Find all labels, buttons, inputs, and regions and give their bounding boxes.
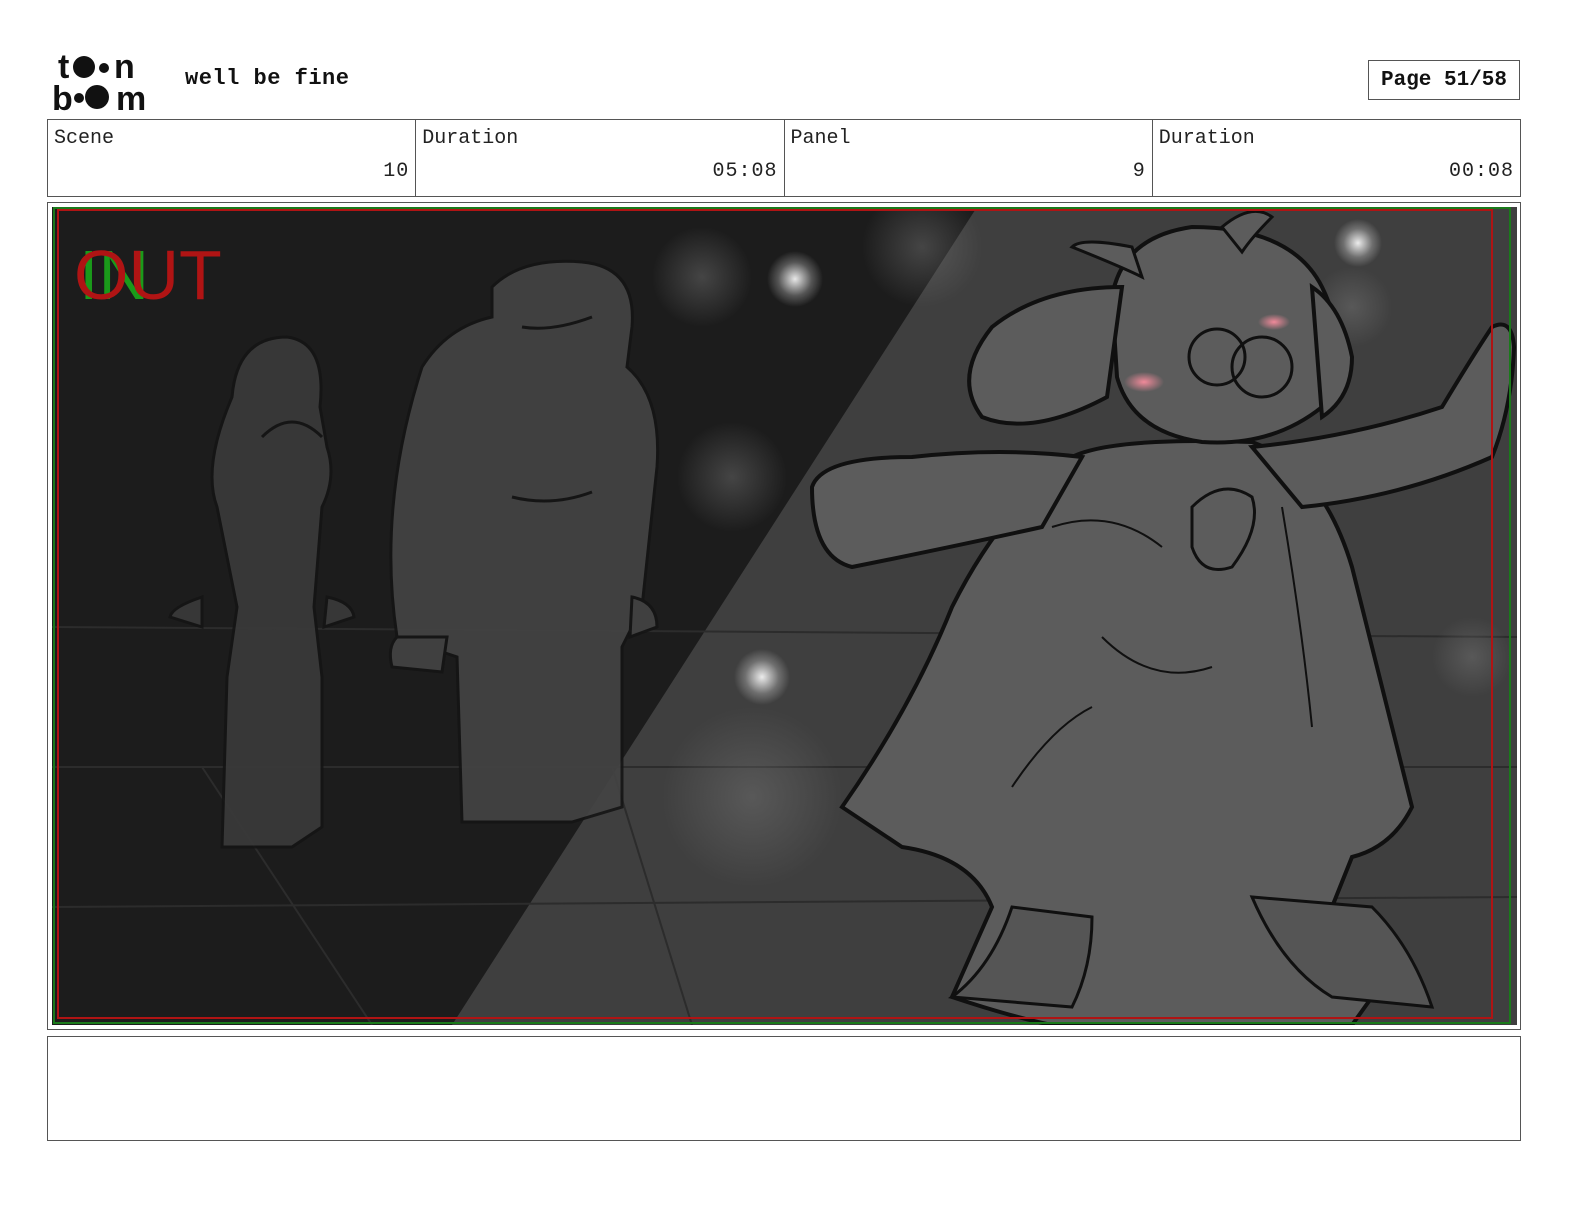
svg-text:m: m (116, 80, 146, 112)
sparkle (734, 649, 790, 705)
page-indicator: Page 51/58 (1368, 60, 1520, 100)
storyboard-panel-image: IN OUT (52, 207, 1517, 1025)
svg-text:b: b (52, 80, 73, 112)
scene-info-table: Scene 10 Duration 05:08 Panel 9 Duration… (47, 119, 1521, 197)
scene-duration-cell: Duration 05:08 (415, 120, 783, 196)
panel-value: 9 (1132, 160, 1146, 183)
storyboard-sketch: IN OUT (52, 207, 1517, 1025)
panel-cell: Panel 9 (783, 120, 1152, 196)
project-title: well be fine (185, 66, 350, 91)
blush-right (1258, 314, 1290, 330)
scene-value: 10 (383, 160, 410, 183)
scene-label: Scene (54, 127, 115, 150)
scene-duration-label: Duration (422, 127, 519, 150)
out-marker: OUT (74, 236, 222, 314)
toon-boom-logo: t n b m (52, 48, 164, 118)
panel-duration-cell: Duration 00:08 (1151, 120, 1520, 196)
panel-notes-box (47, 1036, 1521, 1141)
blush-left (1124, 372, 1164, 392)
sparkle (1334, 219, 1382, 267)
panel-duration-value: 00:08 (1448, 160, 1514, 183)
panel-label: Panel (790, 127, 851, 150)
sparkle (767, 251, 823, 307)
scene-cell: Scene 10 (48, 120, 415, 196)
scene-duration-value: 05:08 (712, 160, 778, 183)
panel-duration-label: Duration (1158, 127, 1255, 150)
